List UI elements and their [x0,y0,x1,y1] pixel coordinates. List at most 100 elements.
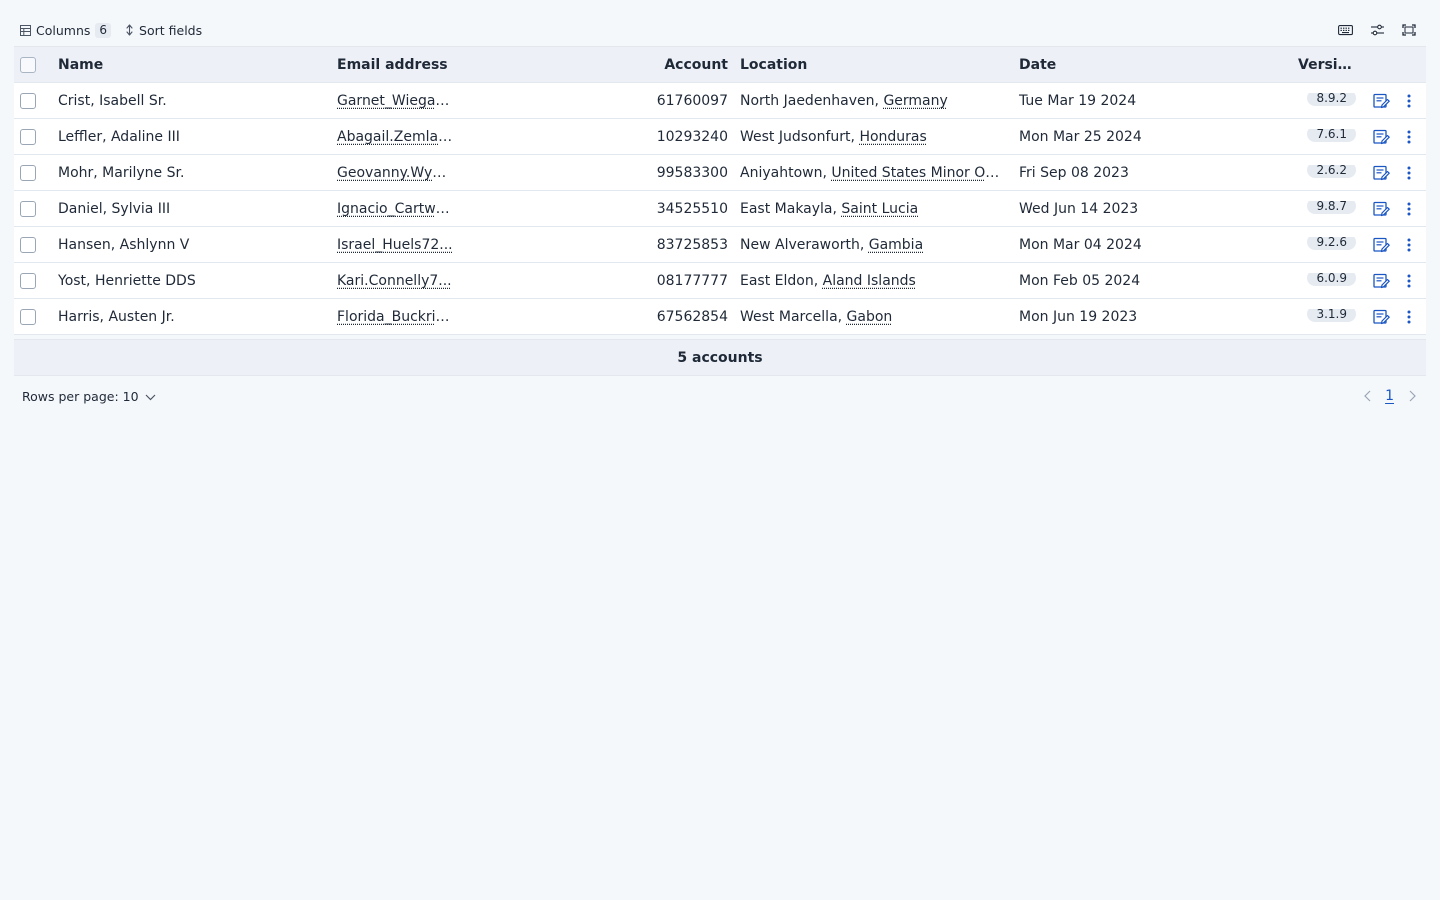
row-date: Wed Jun 14 2023 [1019,200,1139,217]
edit-note-icon[interactable] [1372,308,1390,326]
row-date: Mon Mar 25 2024 [1019,128,1142,145]
row-location: West Marcella, Gabon [734,309,1013,325]
fullscreen-icon[interactable] [1400,21,1418,39]
row-city: New Alveraworth, [740,236,869,253]
table-row[interactable]: Crist, Isabell Sr. Garnet_Wiegan... 6176… [14,83,1426,119]
row-email-link[interactable]: Florida_Buckrid... [337,309,453,325]
row-city: East Makayla, [740,200,842,217]
row-actions [1360,200,1426,218]
row-version-cell: 8.9.2 [1292,92,1360,109]
kebab-menu-icon[interactable] [1400,236,1418,254]
columns-count-badge: 6 [95,22,112,38]
row-checkbox[interactable] [20,272,36,289]
column-header-account[interactable]: Account [608,57,734,73]
row-email-link[interactable]: Geovanny.Wym... [337,165,453,181]
page-number-1[interactable]: 1 [1385,388,1394,404]
row-version-cell: 9.8.7 [1292,200,1360,217]
table-row[interactable]: Yost, Henriette DDS Kari.Connelly7... 08… [14,263,1426,299]
row-email-cell: Abagail.Zemlak... [331,129,608,145]
row-select-cell [14,92,52,109]
version-badge: 8.9.2 [1307,92,1356,106]
row-account: 99583300 [656,164,728,181]
edit-note-icon[interactable] [1372,128,1390,146]
row-email-cell: Florida_Buckrid... [331,309,608,325]
row-account: 67562854 [656,308,728,325]
row-checkbox[interactable] [20,308,36,325]
row-checkbox[interactable] [20,128,36,145]
rows-per-page-select[interactable]: Rows per page: 10 [22,389,156,404]
next-page-icon[interactable] [1406,389,1418,403]
table-footer: 5 accounts [14,339,1426,376]
row-country-link[interactable]: Gambia [869,237,923,253]
row-email-link[interactable]: Garnet_Wiegan... [337,93,453,109]
kebab-menu-icon[interactable] [1400,272,1418,290]
row-country-link[interactable]: Gabon [847,309,893,325]
row-select-cell [14,236,52,253]
kebab-menu-icon[interactable] [1400,200,1418,218]
select-all-cell [14,56,52,73]
row-date: Mon Feb 05 2024 [1019,272,1141,289]
row-checkbox[interactable] [20,92,36,109]
kebab-menu-icon[interactable] [1400,308,1418,326]
edit-note-icon[interactable] [1372,92,1390,110]
table-row[interactable]: Hansen, Ashlynn V Israel_Huels72... 8372… [14,227,1426,263]
row-name: Hansen, Ashlynn V [58,236,190,253]
row-name: Harris, Austen Jr. [58,308,175,325]
columns-button[interactable]: Columns 6 [20,22,112,38]
row-email-link[interactable]: Israel_Huels72... [337,237,453,253]
row-email-cell: Kari.Connelly7... [331,273,608,289]
table-body: Crist, Isabell Sr. Garnet_Wiegan... 6176… [14,83,1426,335]
column-header-name[interactable]: Name [52,57,331,73]
row-version-cell: 9.2.6 [1292,236,1360,253]
version-badge: 6.0.9 [1307,272,1356,286]
chevron-down-icon [145,389,156,404]
select-all-checkbox[interactable] [20,56,36,73]
table-row[interactable]: Leffler, Adaline III Abagail.Zemlak... 1… [14,119,1426,155]
row-account: 08177777 [656,272,728,289]
row-version-cell: 3.1.9 [1292,308,1360,325]
row-checkbox[interactable] [20,200,36,217]
data-grid: Columns 6 Sort fields Name Email address… [14,14,1426,416]
row-checkbox[interactable] [20,236,36,253]
prev-page-icon[interactable] [1361,389,1373,403]
column-header-email[interactable]: Email address [331,57,608,73]
row-actions [1360,236,1426,254]
table-row[interactable]: Daniel, Sylvia III Ignacio_Cartwri... 34… [14,191,1426,227]
table-row[interactable]: Harris, Austen Jr. Florida_Buckrid... 67… [14,299,1426,335]
sort-fields-button[interactable]: Sort fields [125,23,202,38]
row-country-link[interactable]: Honduras [859,129,926,145]
column-header-date[interactable]: Date [1013,57,1292,73]
column-header-location[interactable]: Location [734,57,1013,73]
kebab-menu-icon[interactable] [1400,164,1418,182]
table-row[interactable]: Mohr, Marilyne Sr. Geovanny.Wym... 99583… [14,155,1426,191]
row-email-link[interactable]: Abagail.Zemlak... [337,129,453,145]
row-country-link[interactable]: United States Minor Outly... [831,165,1013,181]
edit-note-icon[interactable] [1372,236,1390,254]
keyboard-icon[interactable] [1336,21,1354,39]
row-name: Mohr, Marilyne Sr. [58,164,185,181]
row-name: Leffler, Adaline III [58,128,180,145]
row-country-link[interactable]: Aland Islands [823,273,916,289]
column-header-version[interactable]: Version [1292,57,1360,73]
row-email-link[interactable]: Ignacio_Cartwri... [337,201,453,217]
row-actions [1360,92,1426,110]
row-location: East Makayla, Saint Lucia [734,201,1013,217]
row-version-cell: 6.0.9 [1292,272,1360,289]
kebab-menu-icon[interactable] [1400,128,1418,146]
row-date: Fri Sep 08 2023 [1019,164,1129,181]
kebab-menu-icon[interactable] [1400,92,1418,110]
edit-note-icon[interactable] [1372,272,1390,290]
row-checkbox[interactable] [20,164,36,181]
row-city: West Judsonfurt, [740,128,860,145]
sliders-icon[interactable] [1368,21,1386,39]
version-badge: 9.2.6 [1307,236,1356,250]
edit-note-icon[interactable] [1372,200,1390,218]
row-location: New Alveraworth, Gambia [734,237,1013,253]
row-country-link[interactable]: Saint Lucia [841,201,918,217]
edit-note-icon[interactable] [1372,164,1390,182]
row-country-link[interactable]: Germany [883,93,947,109]
row-email-link[interactable]: Kari.Connelly7... [337,273,452,289]
accounts-count: 5 accounts [677,349,763,366]
row-email-cell: Garnet_Wiegan... [331,93,608,109]
table-header-row: Name Email address Account Location Date… [14,46,1426,83]
